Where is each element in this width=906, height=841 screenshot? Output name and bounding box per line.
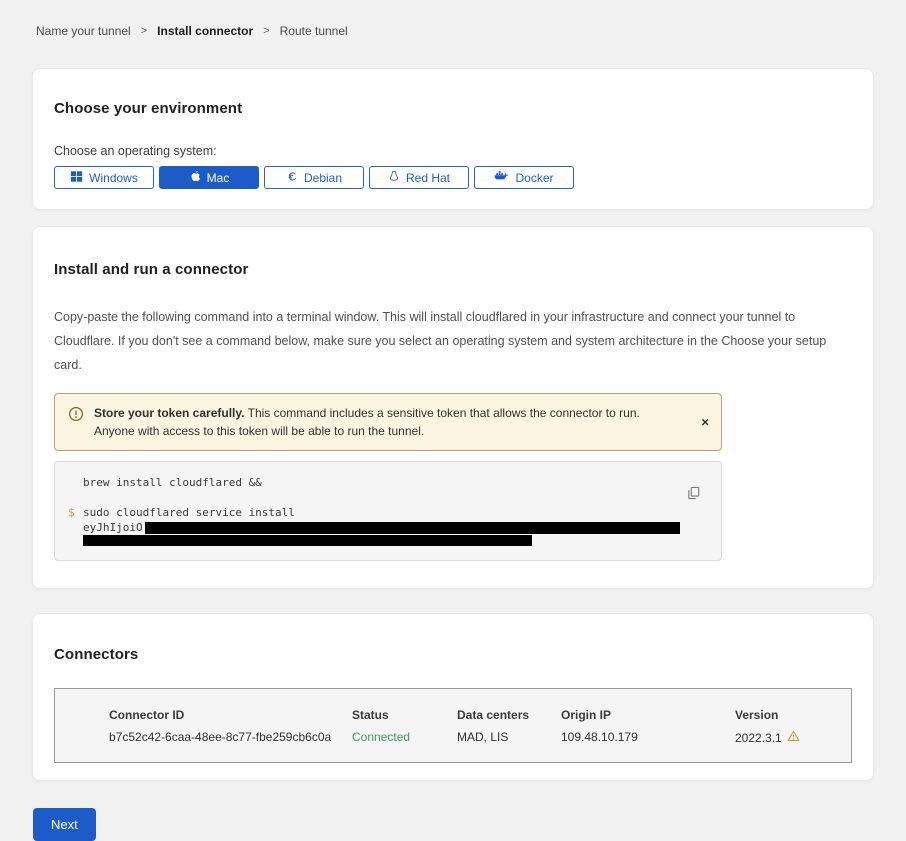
os-button-label: Mac	[207, 171, 230, 185]
copy-icon[interactable]	[687, 486, 700, 503]
token-prefix: eyJhIjoiO	[83, 521, 143, 534]
connector-id-value: b7c52c42-6caa-48ee-8c77-fbe259cb6c0a	[109, 730, 352, 745]
column-header-connector-id: Connector ID	[109, 708, 352, 722]
code-line-brew: brew install cloudflared &&	[83, 475, 681, 490]
install-command-code-block[interactable]: brew install cloudflared && $ sudo cloud…	[54, 461, 722, 561]
install-description: Copy-paste the following command into a …	[54, 305, 852, 377]
warning-triangle-icon[interactable]	[787, 730, 800, 745]
column-header-origin-ip: Origin IP	[561, 708, 735, 722]
breadcrumb-step-install-connector[interactable]: Install connector	[157, 24, 253, 38]
install-connector-card: Install and run a connector Copy-paste t…	[32, 226, 874, 589]
os-button-docker[interactable]: Docker	[474, 166, 574, 189]
status-badge: Connected	[352, 730, 457, 745]
connectors-card-title: Connectors	[54, 646, 852, 663]
data-centers-value: MAD, LIS	[457, 730, 561, 745]
debian-swirl-icon	[286, 170, 298, 186]
version-value: 2022.3.1	[735, 730, 851, 745]
close-icon[interactable]: ×	[701, 416, 709, 429]
os-button-label: Docker	[515, 171, 553, 185]
connectors-table: Connector ID Status Data centers Origin …	[54, 688, 852, 763]
column-header-status: Status	[352, 708, 457, 722]
column-header-data-centers: Data centers	[457, 708, 561, 722]
os-button-group: Windows Mac Debian Red Hat	[54, 166, 852, 189]
os-button-windows[interactable]: Windows	[54, 166, 154, 189]
redacted-token-bar	[83, 535, 532, 546]
install-card-title: Install and run a connector	[54, 261, 852, 278]
breadcrumb-separator: >	[141, 25, 147, 37]
origin-ip-value: 109.48.10.179	[561, 730, 735, 745]
os-button-redhat[interactable]: Red Hat	[369, 166, 469, 189]
breadcrumb-step-name-tunnel[interactable]: Name your tunnel	[36, 24, 131, 38]
os-button-label: Debian	[304, 171, 342, 185]
warning-text: Store your token carefully. This command…	[94, 404, 709, 440]
penguin-icon	[388, 169, 400, 186]
shell-prompt: $	[68, 505, 75, 520]
os-button-label: Windows	[89, 171, 138, 185]
redacted-token-bar	[145, 522, 680, 534]
os-button-mac[interactable]: Mac	[159, 166, 259, 189]
breadcrumb-separator: >	[263, 25, 269, 37]
version-number: 2022.3.1	[735, 731, 782, 745]
breadcrumb: Name your tunnel > Install connector > R…	[0, 0, 906, 38]
warning-title: Store your token carefully.	[94, 406, 245, 420]
windows-icon	[70, 170, 83, 186]
code-line-sudo: sudo cloudflared service install	[83, 505, 681, 520]
breadcrumb-step-route-tunnel[interactable]: Route tunnel	[280, 24, 348, 38]
column-header-version: Version	[735, 708, 851, 722]
alert-circle-icon	[68, 406, 84, 427]
environment-card-title: Choose your environment	[54, 100, 852, 117]
tunnel-setup-page: Name your tunnel > Install connector > R…	[0, 0, 906, 740]
docker-whale-icon	[494, 170, 509, 185]
os-button-label: Red Hat	[406, 171, 450, 185]
os-button-debian[interactable]: Debian	[264, 166, 364, 189]
os-select-label: Choose an operating system:	[54, 144, 852, 158]
apple-icon	[189, 169, 201, 186]
code-line-token: eyJhIjoiO	[83, 520, 681, 535]
choose-environment-card: Choose your environment Choose an operat…	[32, 68, 874, 210]
next-button[interactable]: Next	[33, 808, 96, 841]
connectors-card: Connectors Connector ID Status Data cent…	[32, 613, 874, 781]
token-warning-banner: Store your token carefully. This command…	[54, 393, 722, 451]
